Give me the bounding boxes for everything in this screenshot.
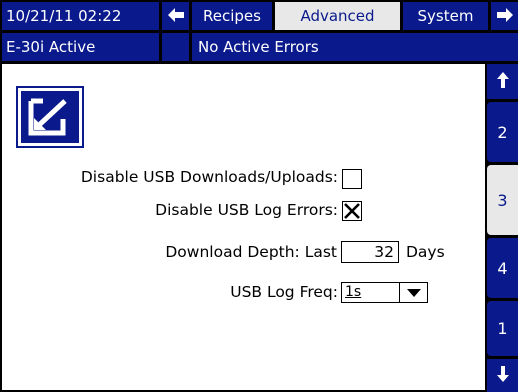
nav-left-button[interactable] [162, 2, 189, 30]
usb-log-freq-label: USB Log Freq: [230, 283, 338, 301]
tab-system-label: System [417, 7, 474, 25]
arrow-down-icon [496, 365, 509, 386]
side-tab-1[interactable]: 1 [487, 301, 518, 356]
arrow-up-icon [496, 71, 509, 92]
tab-recipes[interactable]: Recipes [192, 2, 272, 30]
usb-log-freq-value: 1s [345, 284, 362, 300]
download-depth-unit: Days [406, 243, 445, 261]
disable-usb-log-errors-checkbox[interactable] [342, 201, 362, 221]
scroll-up-button[interactable] [487, 64, 518, 99]
arrow-right-icon [496, 7, 513, 26]
disable-usb-transfer-label: Disable USB Downloads/Uploads: [80, 168, 338, 186]
error-status-text: No Active Errors [198, 38, 319, 56]
arrow-left-icon [167, 7, 184, 26]
tab-system[interactable]: System [403, 2, 488, 30]
side-tab-2[interactable]: 2 [487, 102, 518, 162]
edit-mode-icon[interactable] [16, 86, 84, 148]
side-tab-1-label: 1 [497, 319, 508, 338]
scroll-down-button[interactable] [487, 359, 518, 392]
disable-usb-log-errors-label: Disable USB Log Errors: [155, 201, 338, 219]
datetime-text: 10/21/11 02:22 [6, 7, 122, 25]
checkmark-x-icon [344, 203, 360, 219]
nav-right-button[interactable] [491, 2, 518, 30]
side-tab-2-label: 2 [497, 122, 508, 142]
tab-recipes-label: Recipes [203, 7, 261, 25]
main-panel: Disable USB Downloads/Uploads: Disable U… [2, 64, 485, 390]
download-depth-label: Download Depth: Last [165, 243, 337, 261]
side-tab-3[interactable]: 3 [487, 165, 518, 235]
status-separator-box [162, 33, 189, 61]
datetime-display: 10/21/11 02:22 [2, 2, 159, 30]
usb-log-freq-select[interactable]: 1s [341, 282, 428, 303]
side-tab-3-label: 3 [497, 190, 508, 210]
disable-usb-transfer-checkbox[interactable] [342, 169, 362, 189]
machine-status-text: E-30i Active [6, 38, 96, 56]
machine-status: E-30i Active [2, 33, 159, 61]
side-tab-4[interactable]: 4 [487, 238, 518, 298]
side-tab-4-label: 4 [497, 258, 508, 278]
tab-advanced[interactable]: Advanced [275, 2, 400, 30]
error-status: No Active Errors [192, 33, 518, 61]
tab-advanced-label: Advanced [300, 7, 375, 25]
chevron-down-icon[interactable] [399, 283, 427, 302]
download-depth-input[interactable]: 32 [341, 241, 399, 263]
